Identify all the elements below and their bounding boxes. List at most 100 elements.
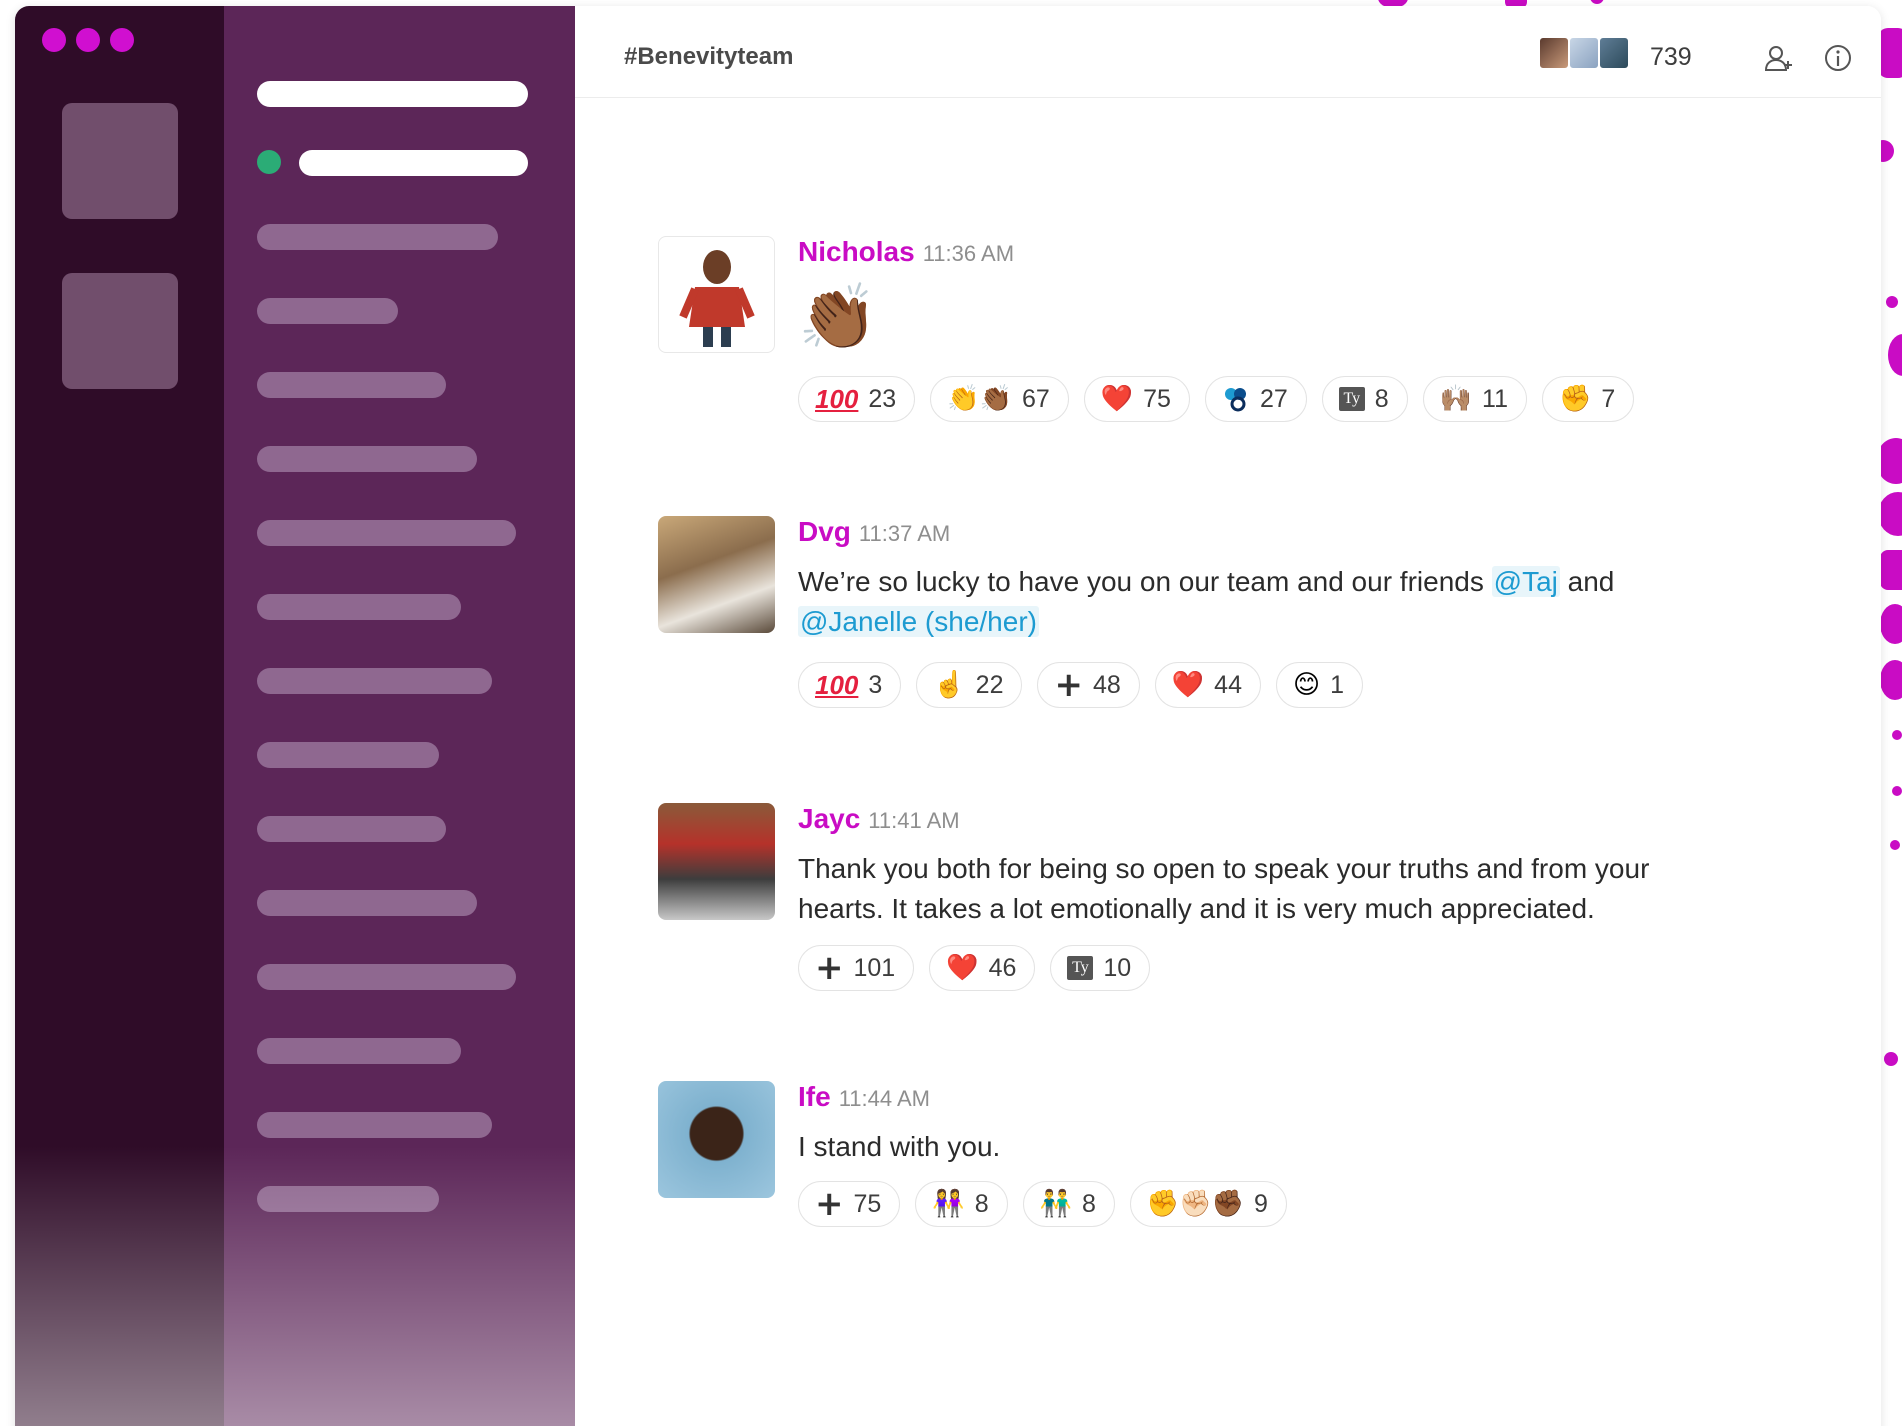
- timestamp[interactable]: 11:44 AM: [839, 1086, 930, 1112]
- channel-sidebar: [224, 6, 575, 1426]
- author-name[interactable]: Ife: [798, 1081, 831, 1113]
- reaction-chip[interactable]: Ty 10: [1050, 945, 1151, 991]
- confetti-dot: [1880, 660, 1902, 700]
- message-body: Nicholas 11:36 AM 👏🏾 100 23 👏👏🏾 67 ❤️ 75 27: [798, 236, 1841, 422]
- sidebar-item-placeholder[interactable]: [257, 890, 477, 916]
- workspace-name-placeholder[interactable]: [257, 81, 528, 107]
- heart-icon: ❤️: [1171, 670, 1205, 700]
- reaction-chip[interactable]: 👭 8: [915, 1181, 1008, 1227]
- reaction-chip[interactable]: ❤️ 44: [1154, 662, 1261, 708]
- timestamp[interactable]: 11:36 AM: [923, 241, 1014, 267]
- reaction-bar: +101 ❤️ 46 Ty 10: [798, 945, 1841, 991]
- reaction-chip[interactable]: 👏👏🏾 67: [930, 376, 1069, 422]
- reaction-chip[interactable]: ☝️ 22: [916, 662, 1023, 708]
- point-up-icon: ☝️: [933, 670, 966, 700]
- member-count[interactable]: 739: [1650, 43, 1692, 72]
- avatar[interactable]: [658, 236, 775, 353]
- reaction-bar: +75 👭 8 👬 8 ✊✊🏻✊🏾 9: [798, 1181, 1841, 1227]
- close-dot[interactable]: [42, 28, 66, 52]
- window-controls: [42, 28, 134, 52]
- sidebar-item-placeholder[interactable]: [257, 520, 516, 546]
- sidebar-item-placeholder[interactable]: [257, 372, 446, 398]
- sidebar-item-placeholder[interactable]: [257, 816, 446, 842]
- confetti-dot: [1888, 334, 1902, 376]
- sidebar-item-placeholder[interactable]: [257, 1038, 461, 1064]
- sidebar-item-placeholder[interactable]: [257, 742, 439, 768]
- cartoon-avatar-icon: [679, 250, 755, 347]
- emoji-message: 👏🏾: [798, 281, 878, 355]
- user-mention[interactable]: @Taj: [1491, 566, 1560, 597]
- message-meta: Nicholas 11:36 AM: [798, 236, 1841, 276]
- author-name[interactable]: Dvg: [798, 516, 851, 548]
- avatar: [1598, 36, 1630, 70]
- user-name-placeholder[interactable]: [299, 150, 528, 176]
- sidebar-item-placeholder[interactable]: [257, 1186, 439, 1212]
- confetti-dot: [1880, 604, 1902, 644]
- timestamp[interactable]: 11:41 AM: [868, 808, 959, 834]
- message-text-segment: We’re so lucky to have you on our team a…: [798, 566, 1492, 597]
- sidebar-item-placeholder[interactable]: [257, 446, 477, 472]
- two-women-icon: 👭: [932, 1189, 965, 1219]
- sidebar-item-placeholder[interactable]: [257, 964, 516, 990]
- avatar[interactable]: [658, 516, 775, 633]
- reaction-chip[interactable]: ❤️ 46: [929, 945, 1036, 991]
- app-window: #Benevityteam 739 Nicholas 11:36 AM 👏🏾 1…: [15, 6, 1881, 1426]
- author-name[interactable]: Nicholas: [798, 236, 915, 268]
- reaction-chip[interactable]: 🙌🏽 11: [1422, 376, 1527, 422]
- author-name[interactable]: Jayc: [798, 803, 860, 835]
- confetti-dot: [1886, 296, 1898, 308]
- sidebar-item-placeholder[interactable]: [257, 298, 398, 324]
- channel-title[interactable]: #Benevityteam: [624, 43, 793, 71]
- sidebar-item-placeholder[interactable]: [257, 594, 461, 620]
- reaction-chip[interactable]: 100 3: [798, 662, 902, 708]
- message-text: Thank you both for being so open to spea…: [798, 853, 1650, 924]
- message-body: Jayc 11:41 AM Thank you both for being s…: [798, 803, 1841, 991]
- info-icon[interactable]: [1822, 42, 1854, 74]
- channel-header: #Benevityteam 739: [575, 6, 1881, 98]
- confetti-dot: [1892, 730, 1902, 740]
- reaction-chip[interactable]: ❤️ 75: [1083, 376, 1190, 422]
- sidebar-item-placeholder[interactable]: [257, 224, 498, 250]
- sidebar-item-placeholder[interactable]: [257, 1112, 492, 1138]
- avatar: [1538, 36, 1570, 70]
- maximize-dot[interactable]: [110, 28, 134, 52]
- minimize-dot[interactable]: [76, 28, 100, 52]
- reaction-chip[interactable]: ✊ 7: [1542, 376, 1635, 422]
- heart-icon: ❤️: [1100, 384, 1134, 414]
- clap-icon: 👏👏🏾: [947, 384, 1012, 414]
- reaction-chip[interactable]: 👬 8: [1022, 1181, 1115, 1227]
- avatar: [1568, 36, 1600, 70]
- confetti-dot: [1890, 840, 1900, 850]
- smile-icon: 😊: [1292, 670, 1321, 700]
- reaction-chip[interactable]: ✊✊🏻✊🏾 9: [1129, 1181, 1287, 1227]
- message-body: Dvg 11:37 AM We’re so lucky to have you …: [798, 516, 1841, 708]
- hundred-icon: 100: [815, 670, 859, 700]
- reaction-bar: 100 23 👏👏🏾 67 ❤️ 75 27 Ty 8 🙌🏽 11 ✊ 7: [798, 376, 1841, 422]
- reaction-chip[interactable]: 100 23: [798, 376, 916, 422]
- confetti-dot: [1892, 786, 1902, 796]
- avatar[interactable]: [658, 803, 775, 920]
- member-avatars[interactable]: [1538, 36, 1630, 70]
- thank-you-icon: Ty: [1067, 956, 1094, 980]
- reaction-chip[interactable]: 😊 1: [1275, 662, 1363, 708]
- workspace-tile[interactable]: [62, 103, 178, 219]
- reaction-chip[interactable]: Ty 8: [1321, 376, 1408, 422]
- timestamp[interactable]: 11:37 AM: [859, 521, 950, 547]
- reaction-chip[interactable]: +48: [1037, 662, 1140, 708]
- raised-fist-icon: ✊: [1559, 384, 1592, 414]
- reaction-chip[interactable]: +75: [798, 1181, 901, 1227]
- avatar[interactable]: [658, 1081, 775, 1198]
- message-text-segment: and: [1559, 566, 1615, 597]
- add-user-icon[interactable]: [1763, 42, 1795, 74]
- reaction-chip[interactable]: 27: [1204, 376, 1307, 422]
- workspace-rail: [15, 6, 224, 1426]
- reaction-chip[interactable]: +101: [798, 945, 915, 991]
- workspace-tile[interactable]: [62, 273, 178, 389]
- reaction-bar: 100 3 ☝️ 22 +48 ❤️ 44 😊 1: [798, 662, 1841, 708]
- sidebar-item-placeholder[interactable]: [257, 668, 492, 694]
- user-mention[interactable]: @Janelle (she/her): [798, 606, 1039, 637]
- confetti-dot: [1880, 550, 1902, 590]
- message-meta: Jayc 11:41 AM: [798, 803, 1841, 843]
- raised-fists-icon: ✊✊🏻✊🏾: [1146, 1189, 1244, 1219]
- plus-one-icon: +: [815, 948, 844, 988]
